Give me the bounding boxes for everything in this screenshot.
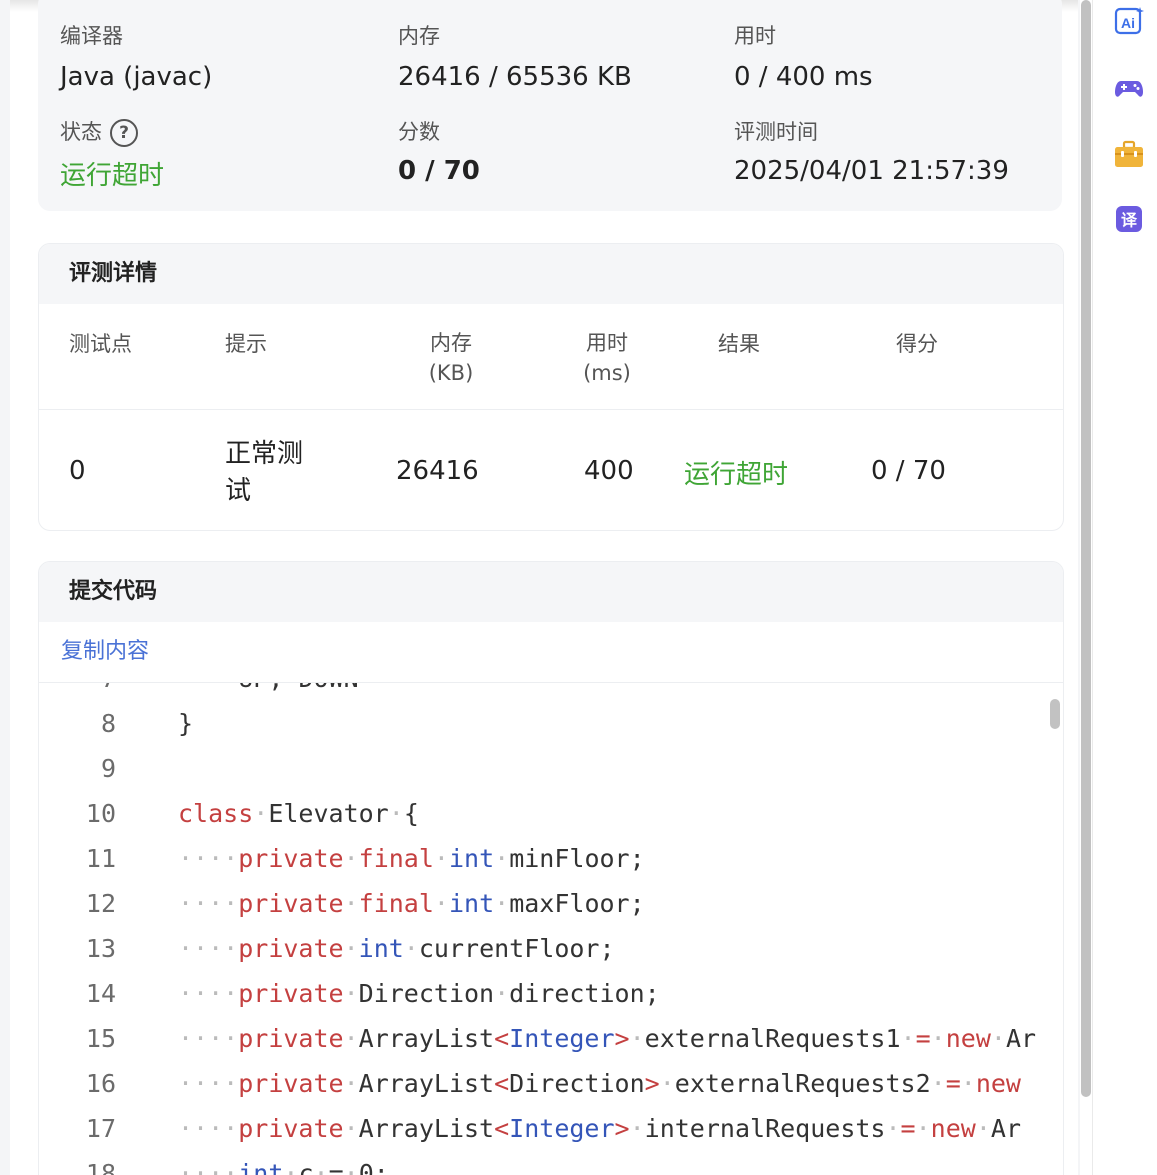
- submitted-code-card: 提交代码 复制内容 7····UP,·DOWN8}910class·Elevat…: [38, 561, 1064, 1175]
- gamepad-icon[interactable]: [1114, 73, 1144, 103]
- submitted-code-title: 提交代码: [39, 562, 1063, 622]
- cell-time: 400: [584, 456, 634, 486]
- line-number: 10: [85, 799, 116, 828]
- status-value: 运行超时: [60, 161, 165, 191]
- judge-time-value: 2025/04/01 21:57:39: [734, 156, 1009, 186]
- line-number: 12: [85, 889, 116, 918]
- line-number: 16: [85, 1069, 116, 1098]
- side-toolbar: Ai 译: [1092, 0, 1157, 1175]
- page-scrollbar-thumb[interactable]: [1081, 0, 1091, 1097]
- cell-memory: 26416: [396, 456, 479, 486]
- score-value: 0 / 70: [398, 156, 480, 186]
- code-line: 10 class·Elevator·{: [39, 791, 1063, 836]
- status-label-row: 状态?: [60, 116, 164, 147]
- line-number: 15: [85, 1024, 116, 1053]
- time-info: 用时 0 / 400 ms: [734, 20, 873, 92]
- toolbox-icon[interactable]: [1114, 139, 1144, 169]
- code-line: 15 ····private·ArrayList<Integer>·externa…: [39, 1016, 1063, 1061]
- code-line: 17 ····private·ArrayList<Integer>·interna…: [39, 1106, 1063, 1151]
- copy-content-link[interactable]: 复制内容: [61, 639, 149, 664]
- code-text: class·Elevator·{: [178, 799, 419, 828]
- question-circle-icon[interactable]: ?: [110, 119, 138, 147]
- cell-hint-line2: 试: [225, 476, 252, 506]
- line-number: 14: [85, 979, 116, 1008]
- code-line: 14 ····private·Direction·direction;: [39, 971, 1063, 1016]
- code-editor[interactable]: 7····UP,·DOWN8}910class·Elevator·{11····…: [39, 683, 1063, 1175]
- memory-label: 内存: [398, 24, 440, 48]
- code-line: 13 ····private·int·currentFloor;: [39, 926, 1063, 971]
- memory-value: 26416 / 65536 KB: [398, 62, 632, 92]
- time-label: 用时: [734, 24, 776, 48]
- code-text: ····private·ArrayList<Integer>·externalR…: [178, 1024, 1037, 1053]
- header-time-line2: (ms): [583, 361, 631, 385]
- ai-icon-text: Ai: [1121, 15, 1135, 31]
- compiler-value: Java (javac): [60, 62, 213, 92]
- header-memory-line2: (KB): [428, 361, 474, 385]
- table-divider: [39, 409, 1063, 410]
- header-case: 测试点: [69, 332, 132, 356]
- memory-info: 内存 26416 / 65536 KB: [398, 20, 632, 92]
- copy-bar: 复制内容: [39, 622, 1063, 683]
- cell-result: 运行超时: [684, 460, 789, 490]
- code-line: 18 ····int·c·=·0;: [39, 1151, 1063, 1175]
- header-memory: 内存 (KB): [401, 328, 501, 388]
- code-text: ····private·ArrayList<Integer>·internalR…: [178, 1114, 1021, 1143]
- judge-details-card: 评测详情 测试点 提示 内存 (KB) 用时 (ms) 结果 得分 0 正常测 …: [38, 243, 1064, 531]
- code-text: ····private·final·int·maxFloor;: [178, 889, 645, 918]
- code-text: ····UP,·DOWN: [178, 683, 359, 701]
- code-line: 9: [39, 746, 1063, 791]
- judge-time-label: 评测时间: [734, 120, 818, 144]
- code-text: ····private·Direction·direction;: [178, 979, 660, 1008]
- status-label: 状态: [60, 120, 102, 144]
- code-line: 16 ····private·ArrayList<Direction>·exter…: [39, 1061, 1063, 1106]
- time-value: 0 / 400 ms: [734, 62, 873, 92]
- code-text: }: [178, 709, 194, 738]
- cell-score: 0 / 70: [871, 456, 946, 486]
- score-label: 分数: [398, 120, 440, 144]
- translate-icon-text: 译: [1121, 211, 1138, 230]
- line-number: 18: [85, 1159, 116, 1175]
- code-text: ····private·final·int·minFloor;: [178, 844, 645, 873]
- header-time-line1: 用时: [586, 331, 628, 355]
- submission-info-card: 编译器 Java (javac) 内存 26416 / 65536 KB 用时 …: [38, 0, 1062, 211]
- translate-icon[interactable]: 译: [1114, 204, 1144, 234]
- compiler-label: 编译器: [60, 24, 123, 48]
- compiler-info: 编译器 Java (javac): [60, 20, 212, 92]
- cell-hint-line1: 正常测: [225, 439, 304, 469]
- page-scrollbar[interactable]: [1080, 0, 1092, 1175]
- judge-time-info: 评测时间 2025/04/01 21:57:39: [734, 116, 1009, 186]
- line-number: 11: [85, 844, 116, 873]
- code-text: ····int·c·=·0;: [178, 1159, 389, 1175]
- ai-assistant-icon[interactable]: Ai: [1114, 6, 1144, 36]
- page: 编译器 Java (javac) 内存 26416 / 65536 KB 用时 …: [10, 0, 1078, 1175]
- line-number: 7: [39, 683, 116, 701]
- code-text: ····private·ArrayList<Direction>·externa…: [178, 1069, 1021, 1098]
- code-line: 12 ····private·final·int·maxFloor;: [39, 881, 1063, 926]
- header-hint: 提示: [225, 332, 267, 356]
- header-memory-line1: 内存: [430, 331, 472, 355]
- code-line: 7 ····UP,·DOWN: [39, 683, 1063, 701]
- status-info: 状态? 运行超时: [60, 116, 164, 192]
- cell-case: 0: [69, 456, 86, 486]
- cell-hint: 正常测 试: [225, 436, 303, 510]
- code-scrollbar-thumb[interactable]: [1050, 699, 1060, 729]
- score-info: 分数 0 / 70: [398, 116, 480, 186]
- header-score: 得分: [896, 332, 938, 356]
- judge-details-title: 评测详情: [39, 244, 1063, 304]
- line-number: 17: [85, 1114, 116, 1143]
- header-time: 用时 (ms): [557, 328, 657, 388]
- line-number: 9: [100, 754, 116, 783]
- code-line: 11 ····private·final·int·minFloor;: [39, 836, 1063, 881]
- code-line: 8}: [39, 701, 1063, 746]
- code-text: ····private·int·currentFloor;: [178, 934, 615, 963]
- line-number: 13: [85, 934, 116, 963]
- line-number: 8: [100, 709, 116, 738]
- header-result: 结果: [718, 332, 760, 356]
